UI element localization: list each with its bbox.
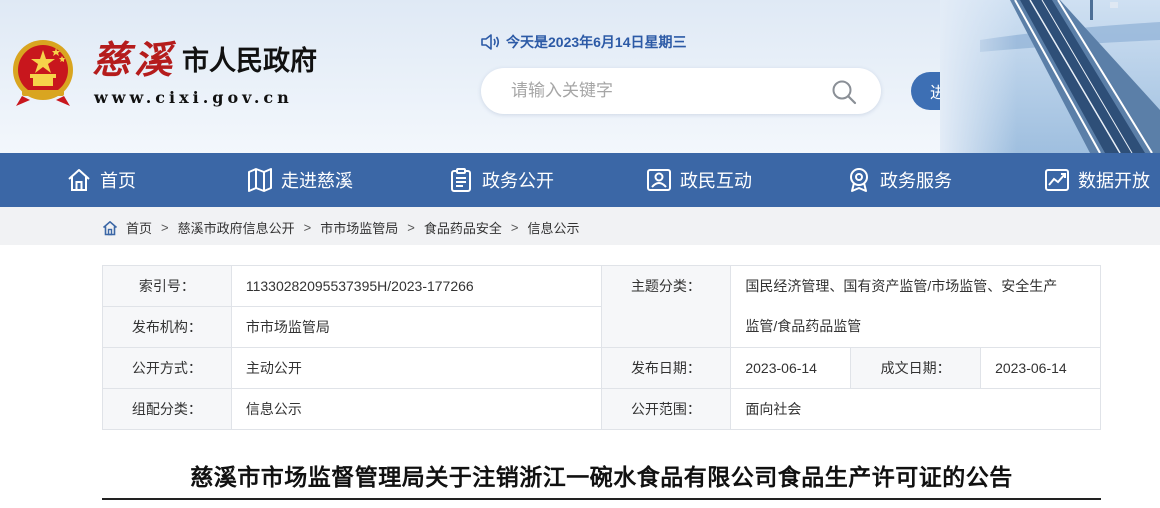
- table-row: 索引号： 11330282095537395H/2023-177266 主题分类…: [102, 265, 1101, 348]
- breadcrumb-separator: >: [161, 220, 169, 235]
- scope-value: 面向社会: [730, 388, 1101, 430]
- site-header: 慈溪 市人民政府 www.cixi.gov.cn 今天是2023年6月14日星期…: [0, 0, 1160, 153]
- table-row: 公开方式： 主动公开 发布日期： 2023-06-14 成文日期： 2023-0…: [102, 347, 1101, 389]
- site-url: www.cixi.gov.cn: [94, 88, 293, 107]
- search-icon[interactable]: [831, 79, 857, 105]
- title-divider: [102, 498, 1101, 500]
- nav-item-about-cixi[interactable]: 走进慈溪: [247, 153, 353, 207]
- nav-label: 政民互动: [680, 171, 752, 191]
- table-row: 组配分类： 信息公示 公开范围： 面向社会: [102, 388, 1101, 430]
- nav-label: 数据开放: [1078, 171, 1150, 191]
- breadcrumb-link-food-drug-safety[interactable]: 食品药品安全: [424, 218, 502, 237]
- method-value: 主动公开: [230, 347, 602, 389]
- org-label: 发布机构：: [102, 306, 232, 348]
- date-text: 今天是2023年6月14日星期三: [506, 34, 687, 50]
- bridge-banner-image: [940, 0, 1160, 153]
- topic-value: 国民经济管理、国有资产监管/市场监管、安全生产 监管/食品药品监管: [730, 265, 1101, 348]
- category-value: 信息公示: [230, 388, 602, 430]
- nav-label: 政务服务: [880, 171, 952, 191]
- map-icon: [248, 168, 272, 192]
- national-emblem-icon: [13, 40, 73, 106]
- breadcrumb-link-info-disclosure[interactable]: 慈溪市政府信息公开: [178, 218, 295, 237]
- home-icon: [68, 169, 90, 191]
- service-badge-icon: [850, 168, 868, 192]
- method-label: 公开方式：: [102, 347, 232, 389]
- article-title: 慈溪市市场监督管理局关于注销浙江一碗水食品有限公司食品生产许可证的公告: [190, 464, 1013, 490]
- index-value: 11330282095537395H/2023-177266: [230, 265, 602, 307]
- pubdate-label: 发布日期：: [600, 347, 732, 389]
- nav-item-open-data[interactable]: 数据开放: [1044, 153, 1150, 207]
- scope-label: 公开范围：: [600, 388, 732, 430]
- site-title-suffix: 市人民政府: [182, 46, 318, 77]
- nav-label: 首页: [100, 171, 136, 191]
- breadcrumb-separator: >: [303, 220, 312, 235]
- main-nav: 首页 走进慈溪 政务公开 政民互动 政务服务 数据开放: [0, 153, 1160, 207]
- breadcrumb-separator: >: [407, 220, 415, 235]
- nav-item-gov-affairs[interactable]: 政务公开: [448, 153, 554, 207]
- org-value: 市市场监管局: [230, 306, 602, 348]
- nav-label: 走进慈溪: [281, 171, 353, 191]
- category-label: 组配分类：: [102, 388, 232, 430]
- breadcrumb-bar: 首页 > 慈溪市政府信息公开 > 市市场监管局 > 食品药品安全 > 信息公示: [0, 207, 1160, 245]
- site-title[interactable]: 慈溪 市人民政府: [92, 38, 317, 82]
- breadcrumb-link-home[interactable]: 首页: [126, 218, 152, 237]
- pubdate-value: 2023-06-14: [730, 347, 852, 389]
- breadcrumb-separator: >: [510, 220, 519, 235]
- document-info-table: 索引号： 11330282095537395H/2023-177266 主题分类…: [102, 265, 1101, 430]
- nav-label: 政务公开: [482, 171, 554, 191]
- topic-label: 主题分类：: [600, 265, 732, 348]
- topic-value-line: 国民经济管理、国有资产监管/市场监管、安全生产: [745, 278, 1058, 294]
- docdate-value: 2023-06-14: [980, 347, 1101, 389]
- search-input[interactable]: [511, 81, 831, 101]
- nav-item-interaction[interactable]: 政民互动: [646, 153, 752, 207]
- breadcrumb-link-info-notice[interactable]: 信息公示: [527, 218, 579, 237]
- docdate-label: 成文日期：: [850, 347, 982, 389]
- search-box: [481, 68, 881, 114]
- topic-value-line: 监管/食品药品监管: [745, 318, 862, 334]
- home-icon[interactable]: [102, 220, 118, 236]
- breadcrumb-link-market-bureau[interactable]: 市市场监管局: [320, 218, 398, 237]
- breadcrumb: 首页 > 慈溪市政府信息公开 > 市市场监管局 > 食品药品安全 > 信息公示: [102, 218, 579, 237]
- site-title-city: 慈溪: [92, 37, 177, 82]
- date-display: 今天是2023年6月14日星期三: [480, 32, 687, 52]
- speaker-icon[interactable]: [480, 34, 500, 50]
- chart-icon: [1045, 169, 1069, 191]
- nav-item-home[interactable]: 首页: [66, 153, 136, 207]
- nav-item-services[interactable]: 政务服务: [846, 153, 952, 207]
- interaction-icon: [647, 169, 671, 191]
- document-icon: [451, 168, 471, 192]
- index-label: 索引号：: [102, 265, 232, 307]
